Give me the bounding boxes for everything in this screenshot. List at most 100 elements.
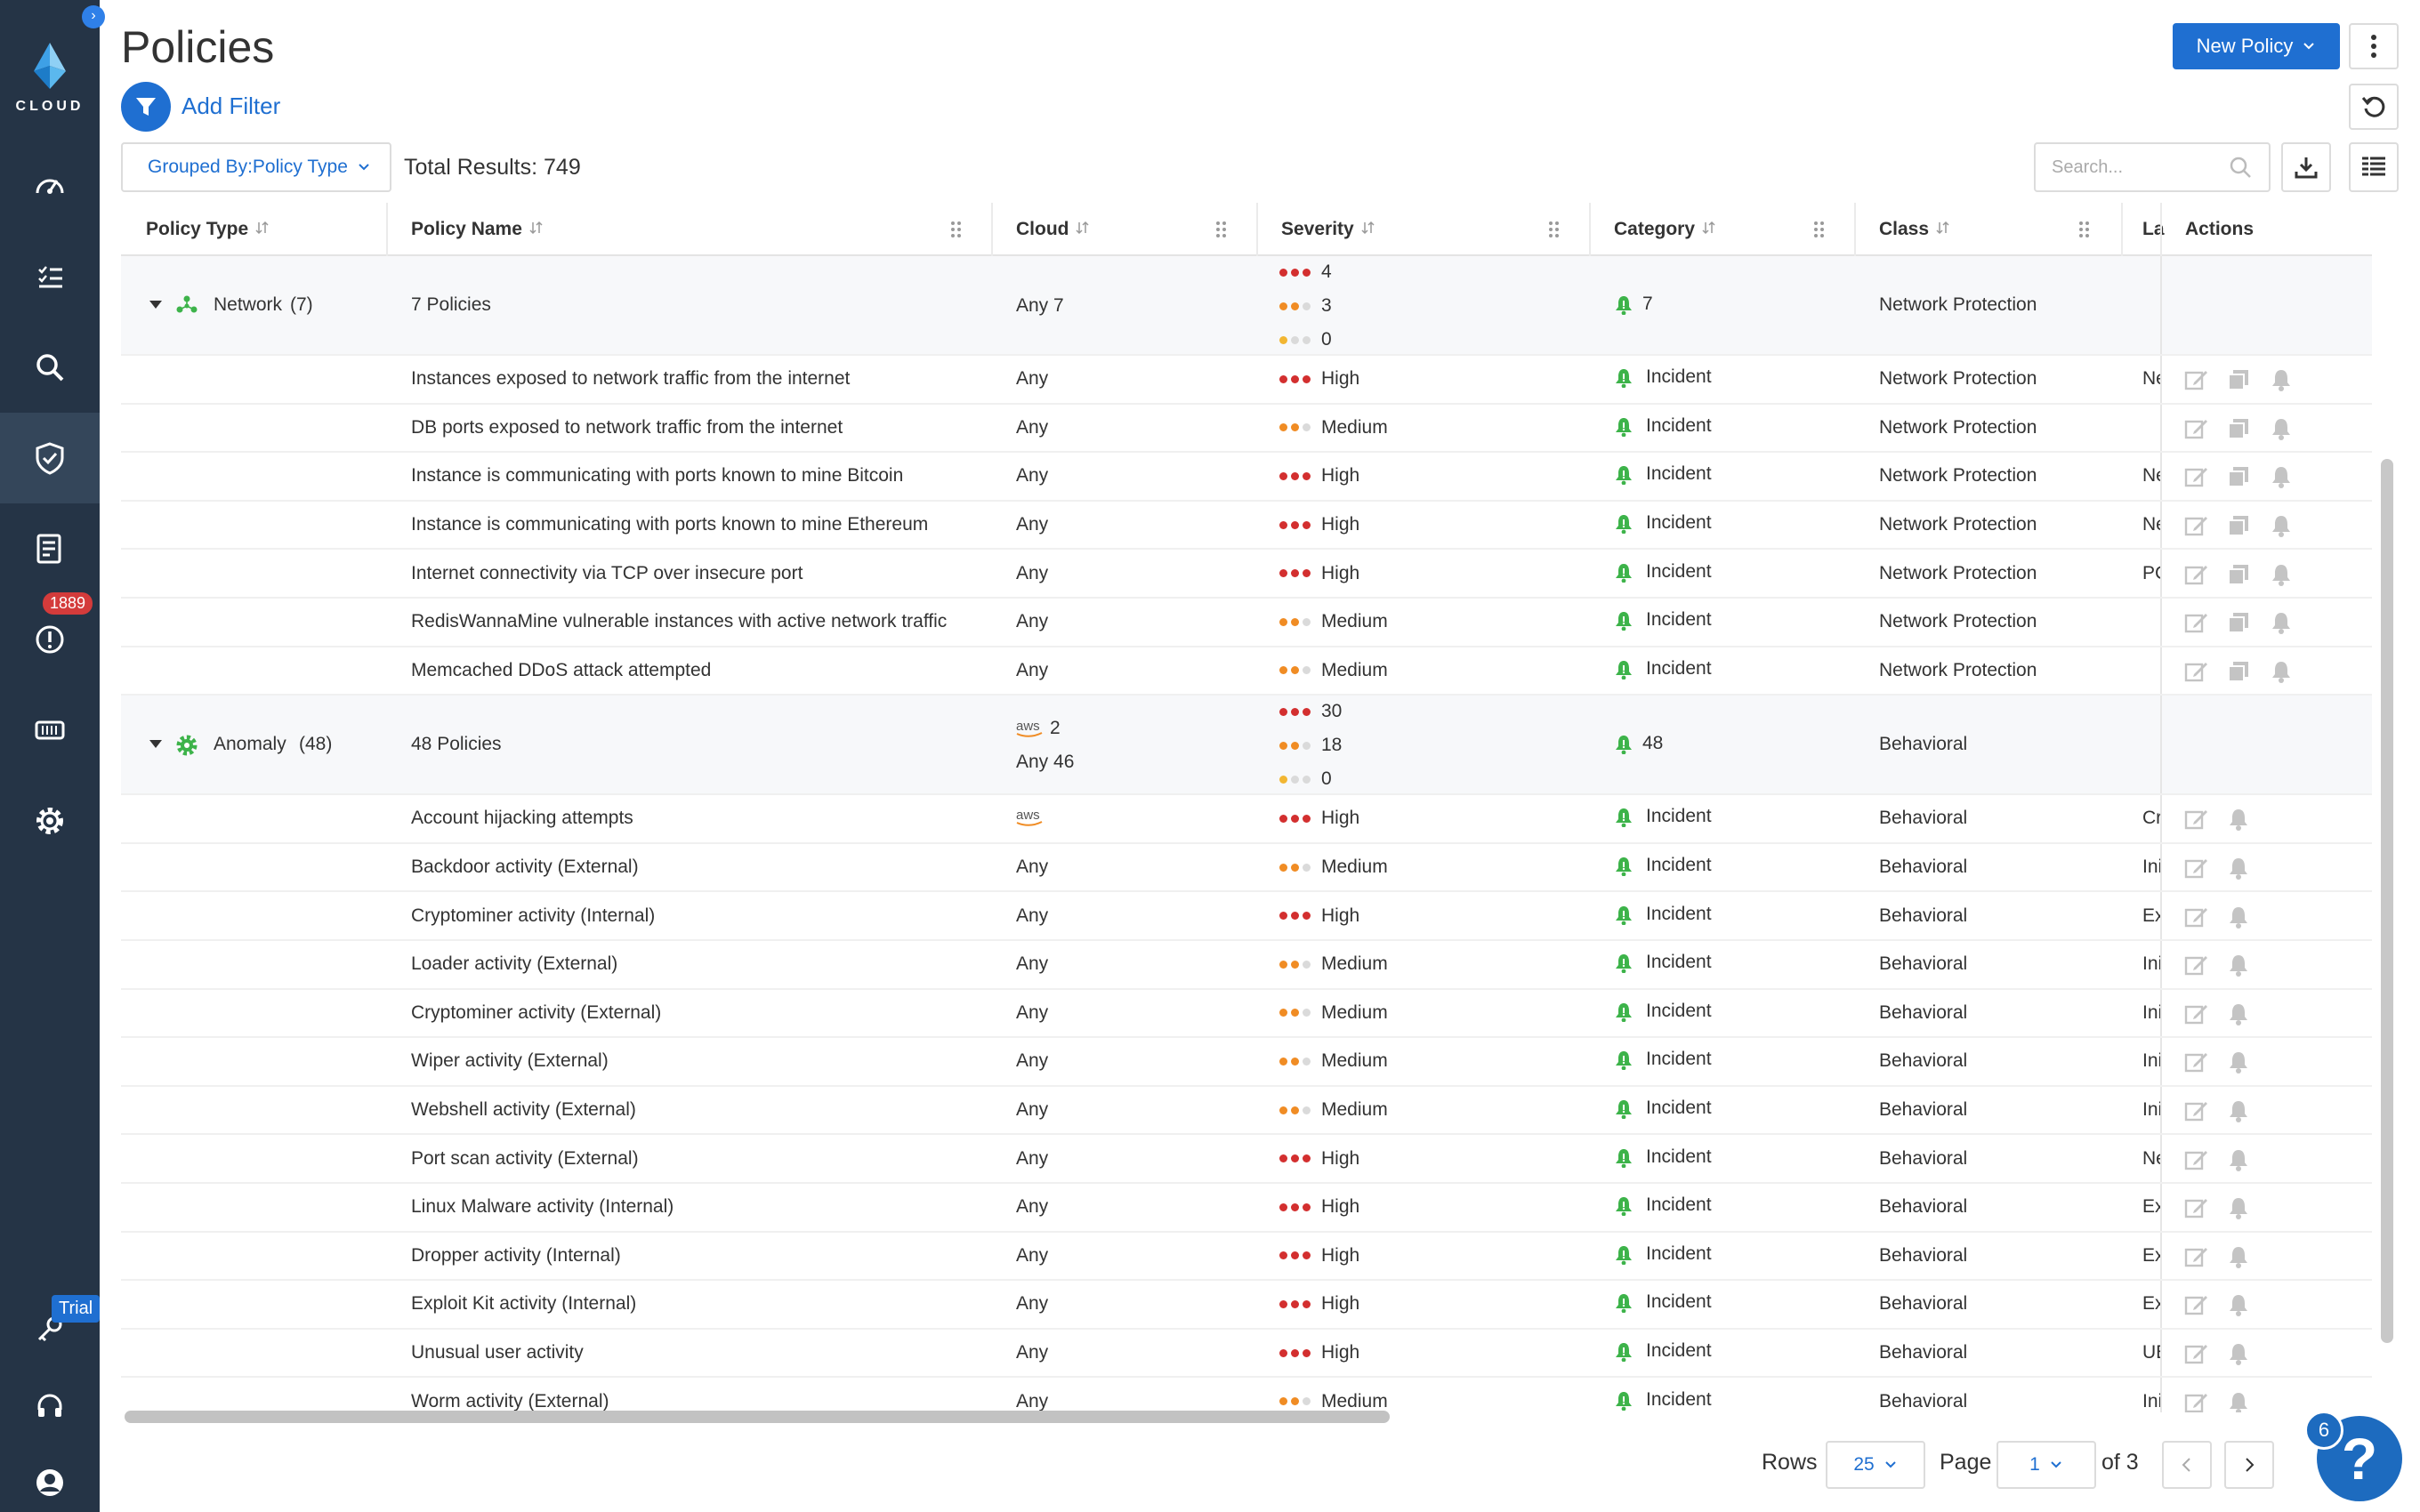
new-policy-button[interactable]: New Policy: [2173, 23, 2340, 69]
column-separator[interactable]: [1854, 203, 1856, 256]
alert-rule-button[interactable]: [2226, 953, 2251, 977]
clone-policy-button[interactable]: [2226, 659, 2251, 684]
group-name[interactable]: Network: [214, 294, 282, 316]
column-drag-handle[interactable]: [950, 221, 963, 238]
policy-name[interactable]: Linux Malware activity (Internal): [411, 1196, 674, 1218]
page-select[interactable]: 1: [1996, 1441, 2096, 1489]
sort-icon[interactable]: [529, 221, 543, 239]
alert-rule-button[interactable]: [2269, 367, 2294, 392]
column-header-cloud[interactable]: Cloud: [1016, 203, 1090, 256]
clone-policy-button[interactable]: [2226, 464, 2251, 489]
edit-policy-button[interactable]: [2183, 856, 2208, 881]
sidebar-item-compute[interactable]: [0, 685, 100, 776]
policy-name[interactable]: Instance is communicating with ports kno…: [411, 465, 903, 487]
column-separator[interactable]: [386, 203, 388, 256]
edit-policy-button[interactable]: [2183, 659, 2208, 684]
sort-icon[interactable]: [255, 221, 269, 239]
edit-policy-button[interactable]: [2183, 905, 2208, 929]
policy-name[interactable]: Webshell activity (External): [411, 1099, 636, 1121]
table-row[interactable]: Cryptominer activity (External) Any Medium…: [121, 989, 2372, 1039]
search-input[interactable]: Search...: [2052, 157, 2123, 178]
alert-rule-button[interactable]: [2269, 562, 2294, 587]
policy-name[interactable]: Port scan activity (External): [411, 1148, 639, 1170]
column-header-class[interactable]: Class: [1879, 203, 1949, 256]
policy-name[interactable]: Internet connectivity via TCP over insec…: [411, 563, 803, 584]
sidebar-item-policies[interactable]: [0, 413, 100, 503]
sidebar-expand-button[interactable]: ›: [82, 5, 105, 28]
clone-policy-button[interactable]: [2226, 610, 2251, 635]
alert-rule-button[interactable]: [2269, 464, 2294, 489]
policy-name[interactable]: Instances exposed to network traffic fro…: [411, 368, 850, 390]
column-header-actions[interactable]: Actions: [2185, 203, 2254, 256]
table-row[interactable]: Unusual user activity Any High Incident Beha…: [121, 1329, 2372, 1379]
group-collapse-toggle[interactable]: [148, 297, 164, 318]
alert-rule-button[interactable]: [2269, 416, 2294, 441]
column-separator[interactable]: [1589, 203, 1591, 256]
table-row[interactable]: Cryptominer activity (Internal) Any High In…: [121, 892, 2372, 941]
policy-name[interactable]: Account hijacking attempts: [411, 808, 633, 829]
policy-name[interactable]: Loader activity (External): [411, 953, 617, 975]
table-row[interactable]: Instances exposed to network traffic fro…: [121, 356, 2372, 405]
group-row[interactable]: Network (7) 7 Policies Any 7 4 3 0 7 Network Pro…: [121, 256, 2372, 356]
edit-policy-button[interactable]: [2183, 807, 2208, 832]
next-page-button[interactable]: [2224, 1441, 2274, 1489]
policy-name[interactable]: Cryptominer activity (Internal): [411, 905, 655, 927]
search-field[interactable]: Search...: [2034, 142, 2271, 192]
group-collapse-toggle[interactable]: [148, 736, 164, 758]
clone-policy-button[interactable]: [2226, 562, 2251, 587]
policy-name[interactable]: Cryptominer activity (External): [411, 1002, 661, 1024]
reset-button[interactable]: [2349, 84, 2399, 130]
table-row[interactable]: Wiper activity (External) Any Medium Incide…: [121, 1038, 2372, 1087]
column-separator[interactable]: [2121, 203, 2123, 256]
policy-name[interactable]: Instance is communicating with ports kno…: [411, 514, 928, 535]
sidebar-item-compliance[interactable]: [0, 503, 100, 594]
edit-policy-button[interactable]: [2183, 1292, 2208, 1317]
alert-rule-button[interactable]: [2269, 610, 2294, 635]
filter-button[interactable]: [121, 82, 171, 132]
table-row[interactable]: Linux Malware activity (Internal) Any High…: [121, 1184, 2372, 1233]
alert-rule-button[interactable]: [2226, 1390, 2251, 1412]
edit-policy-button[interactable]: [2183, 953, 2208, 977]
add-filter-link[interactable]: Add Filter: [182, 92, 280, 120]
column-header-policy-name[interactable]: Policy Name: [411, 203, 543, 256]
alert-rule-button[interactable]: [2226, 1292, 2251, 1317]
edit-policy-button[interactable]: [2183, 1050, 2208, 1074]
table-row[interactable]: Webshell activity (External) Any Medium Inc…: [121, 1086, 2372, 1136]
horizontal-scrollbar[interactable]: [125, 1411, 1390, 1423]
edit-policy-button[interactable]: [2183, 464, 2208, 489]
alert-rule-button[interactable]: [2226, 1147, 2251, 1172]
alert-rule-button[interactable]: [2269, 659, 2294, 684]
policy-name[interactable]: RedisWannaMine vulnerable instances with…: [411, 611, 947, 632]
table-row[interactable]: Account hijacking attempts aws High Inciden…: [121, 795, 2372, 844]
alert-rule-button[interactable]: [2226, 1050, 2251, 1074]
column-drag-handle[interactable]: [1215, 221, 1228, 238]
edit-policy-button[interactable]: [2183, 1098, 2208, 1123]
alert-rule-button[interactable]: [2226, 1098, 2251, 1123]
rows-per-page-select[interactable]: 25: [1826, 1441, 1925, 1489]
sidebar-item-investigate[interactable]: [0, 322, 100, 413]
sidebar-item-inventory[interactable]: [0, 231, 100, 322]
table-row[interactable]: Worm activity (External) Any Medium Inciden…: [121, 1378, 2372, 1412]
clone-policy-button[interactable]: [2226, 416, 2251, 441]
column-separator[interactable]: [991, 203, 993, 256]
clone-policy-button[interactable]: [2226, 367, 2251, 392]
table-row[interactable]: Dropper activity (Internal) Any High Incide…: [121, 1232, 2372, 1282]
alert-rule-button[interactable]: [2226, 1001, 2251, 1026]
edit-policy-button[interactable]: [2183, 1001, 2208, 1026]
column-header-policy-type[interactable]: Policy Type: [146, 203, 269, 256]
table-row[interactable]: Loader activity (External) Any Medium Incid…: [121, 941, 2372, 990]
edit-policy-button[interactable]: [2183, 416, 2208, 441]
policy-name[interactable]: DB ports exposed to network traffic from…: [411, 417, 843, 438]
policy-name[interactable]: Exploit Kit activity (Internal): [411, 1293, 636, 1315]
clone-policy-button[interactable]: [2226, 513, 2251, 538]
alert-rule-button[interactable]: [2269, 513, 2294, 538]
column-drag-handle[interactable]: [2078, 221, 2091, 238]
table-row[interactable]: Port scan activity (External) Any High Inci…: [121, 1135, 2372, 1184]
edit-policy-button[interactable]: [2183, 1390, 2208, 1412]
column-drag-handle[interactable]: [1813, 221, 1826, 238]
group-name[interactable]: Anomaly: [214, 734, 286, 755]
more-options-button[interactable]: [2349, 23, 2399, 69]
table-row[interactable]: Memcached DDoS attack attempted Any Medium…: [121, 647, 2372, 696]
column-header-severity[interactable]: Severity: [1281, 203, 1375, 256]
alert-rule-button[interactable]: [2226, 807, 2251, 832]
